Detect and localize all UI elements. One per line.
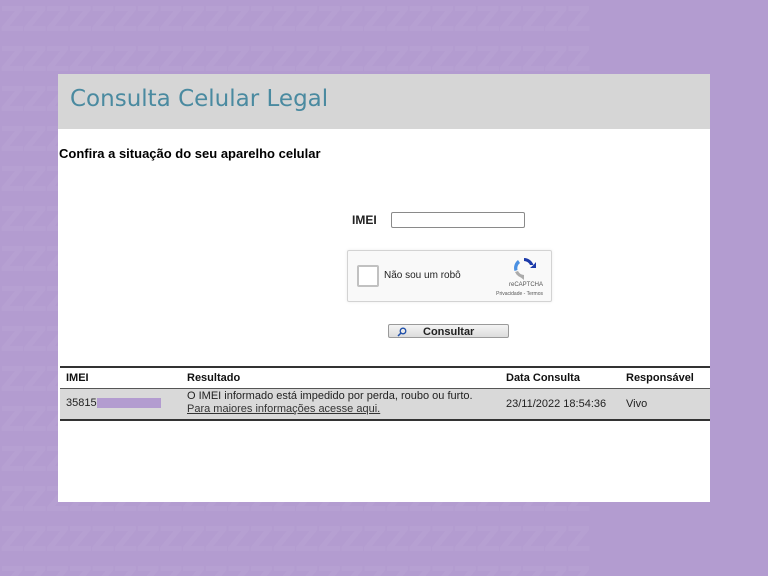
column-header-resultado: Resultado [187, 372, 241, 384]
results-header-row: IMEI Resultado Data Consulta Responsável [60, 368, 710, 389]
recaptcha-logo-icon [514, 258, 536, 280]
recaptcha-widget: Não sou um robô reCAPTCHA Privacidade - … [347, 250, 552, 302]
more-info-link[interactable]: Para maiores informações acesse aqui. [187, 403, 380, 415]
imei-redaction [96, 398, 161, 409]
recaptcha-brand: reCAPTCHA [508, 282, 543, 288]
table-row: 35815 O IMEI informado está impedido por… [60, 389, 710, 419]
column-header-imei: IMEI [66, 372, 89, 384]
recaptcha-label: Não sou um robô [384, 270, 461, 281]
imei-label: IMEI [352, 213, 377, 227]
recaptcha-links[interactable]: Privacidade - Termos [496, 291, 543, 297]
column-header-responsavel: Responsável [626, 372, 694, 384]
search-icon [397, 327, 407, 337]
row-date: 23/11/2022 18:54:36 [506, 398, 607, 410]
row-responsible: Vivo [626, 398, 648, 410]
row-imei-value: 35815 [66, 397, 97, 409]
consultar-label: Consultar [423, 326, 475, 338]
page-subtitle: Confira a situação do seu aparelho celul… [59, 146, 321, 161]
page-panel: Consulta Celular Legal Confira a situaçã… [58, 74, 710, 502]
imei-input[interactable] [391, 212, 525, 228]
column-header-data-consulta: Data Consulta [506, 372, 580, 384]
page-title: Consulta Celular Legal [70, 86, 329, 112]
results-table: IMEI Resultado Data Consulta Responsável… [60, 366, 710, 421]
row-imei: 35815 [66, 397, 161, 409]
row-result-text: O IMEI informado está impedido por perda… [187, 390, 473, 402]
consultar-button[interactable]: Consultar [388, 324, 509, 338]
page-header: Consulta Celular Legal [58, 74, 710, 129]
recaptcha-checkbox[interactable] [357, 265, 379, 287]
row-result: O IMEI informado está impedido por perda… [187, 390, 473, 416]
